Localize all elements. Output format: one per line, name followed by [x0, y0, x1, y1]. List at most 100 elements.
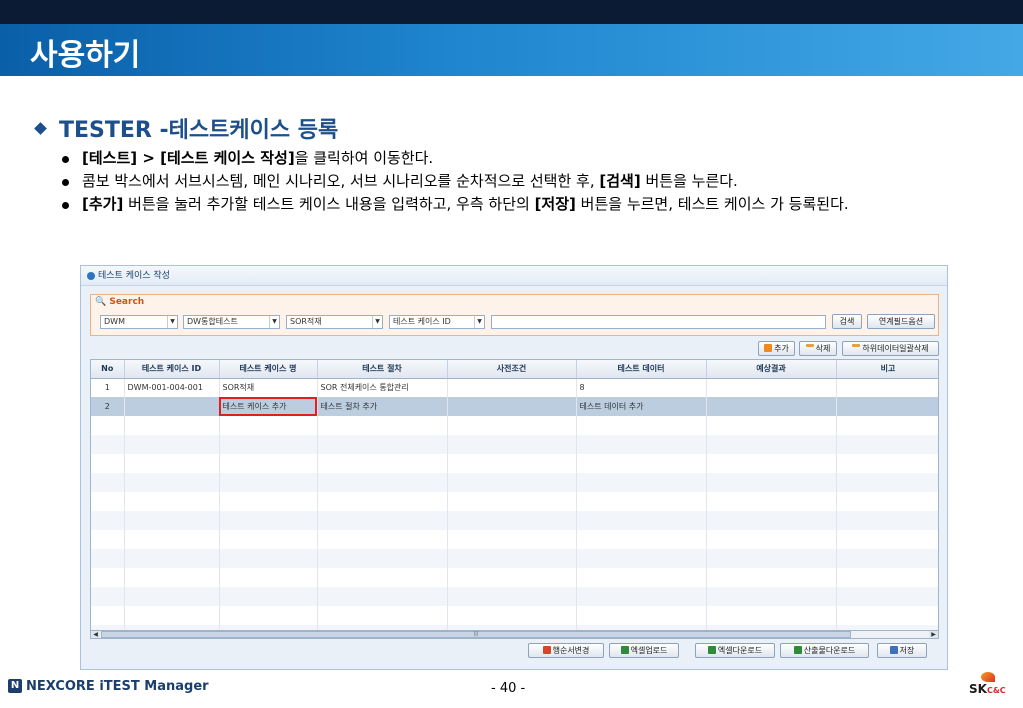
empty-row	[91, 606, 938, 625]
grid-header-row: No 테스트 케이스 ID 테스트 케이스 명 테스트 절차 사전조건 테스트 …	[91, 360, 938, 379]
title-bar	[0, 24, 1023, 76]
button-label: 저장	[899, 646, 915, 655]
empty-row	[91, 473, 938, 492]
search-label-text: Search	[109, 297, 145, 307]
instruction-list: [테스트] > [테스트 케이스 작성]을 클릭하여 이동한다. 콤보 박스에서…	[62, 148, 992, 217]
column-header[interactable]: No	[91, 360, 125, 379]
excel-icon	[793, 645, 802, 654]
table-cell[interactable]: 테스트 데이터 추가	[576, 397, 707, 416]
instruction-item: [추가] 버튼을 눌러 추가할 테스트 케이스 내용을 입력하고, 우측 하단의…	[62, 194, 992, 214]
table-cell[interactable]	[836, 378, 938, 397]
circle-arrow-icon	[87, 271, 95, 280]
reorder-rows-button[interactable]: 행순서변경	[528, 643, 604, 658]
column-header[interactable]: 테스트 데이터	[576, 360, 707, 379]
chevron-down-icon[interactable]: ▼	[167, 316, 177, 328]
chevron-down-icon[interactable]: ▼	[474, 316, 484, 328]
combo-value: 테스트 케이스 ID	[393, 317, 451, 326]
table-cell[interactable]	[836, 397, 938, 416]
search-input[interactable]	[491, 315, 826, 329]
table-cell[interactable]: SOR 전체케이스 통합관리	[317, 378, 448, 397]
table-cell[interactable]: 1	[91, 378, 125, 397]
instruction-bold: [검색]	[599, 172, 641, 190]
link-field-option-button[interactable]: 연계필드옵션	[867, 314, 935, 329]
instruction-text: 버튼을 누르면, 테스트 케이스 가 등록된다.	[575, 195, 849, 213]
company-name: SK	[969, 682, 987, 696]
delete-button[interactable]: 삭제	[799, 341, 837, 356]
section-heading: TESTER -테스트케이스 등록	[34, 112, 338, 144]
sub-scenario-combo[interactable]: SOR적재 ▼	[286, 315, 383, 329]
add-button[interactable]: 추가	[758, 341, 795, 356]
search-button[interactable]: 검색	[832, 314, 862, 329]
output-download-button[interactable]: 산출물다운로드	[780, 643, 869, 658]
empty-row	[91, 435, 938, 454]
scroll-right-icon[interactable]: ▶	[929, 631, 938, 638]
table-cell[interactable]	[124, 397, 220, 416]
instruction-text: 버튼을 눌러 추가할 테스트 케이스 내용을 입력하고, 우측 하단의	[123, 195, 535, 213]
column-header[interactable]: 테스트 케이스 ID	[124, 360, 220, 379]
plus-icon	[764, 343, 773, 352]
table-row-selected[interactable]: 2 테스트 케이스 추가 테스트 절차 추가 테스트 데이터 추가	[91, 397, 938, 416]
nexcore-logo-icon: N	[8, 678, 22, 693]
instruction-bold: [저장]	[534, 195, 576, 213]
product-name: NEXCORE iTEST Manager	[26, 679, 209, 694]
slide-title: 사용하기	[30, 38, 141, 73]
empty-row	[91, 568, 938, 587]
excel-icon	[707, 645, 716, 654]
chevron-down-icon[interactable]: ▼	[269, 316, 279, 328]
subsystem-combo[interactable]: DWM ▼	[100, 315, 178, 329]
company-logo: SKC&C	[969, 672, 1006, 696]
floppy-disk-icon	[889, 645, 898, 654]
table-cell[interactable]: 8	[576, 378, 707, 397]
table-cell[interactable]: 테스트 절차 추가	[317, 397, 448, 416]
excel-download-button[interactable]: 엑셀다운로드	[695, 643, 775, 658]
scrollbar-thumb[interactable]: |||	[101, 631, 851, 638]
button-label: 엑셀업로드	[630, 646, 668, 655]
column-header[interactable]: 테스트 절차	[317, 360, 448, 379]
bulk-delete-button[interactable]: 하위데이터일괄삭제	[842, 341, 939, 356]
column-header[interactable]: 예상결과	[706, 360, 837, 379]
chevron-down-icon[interactable]: ▼	[372, 316, 382, 328]
page-number: - 40 -	[491, 681, 526, 696]
product-logo: N NEXCORE iTEST Manager	[8, 678, 209, 694]
table-cell[interactable]	[706, 378, 837, 397]
table-cell[interactable]: DWM-001-004-001	[124, 378, 220, 397]
table-cell[interactable]: SOR적재	[219, 378, 318, 397]
save-button[interactable]: 저장	[877, 643, 927, 658]
diamond-bullet-icon	[34, 121, 47, 135]
combo-value: DWM	[104, 317, 125, 326]
delete-button-label: 삭제	[815, 344, 831, 353]
column-header[interactable]: 테스트 케이스 명	[219, 360, 318, 379]
excel-icon	[620, 645, 629, 654]
editing-cell[interactable]: 테스트 케이스 추가	[219, 397, 318, 416]
app-window: 테스트 케이스 작성 🔍 Search DWM ▼ DW통합테스트 ▼ SOR적재 ▼…	[80, 265, 948, 670]
excel-upload-button[interactable]: 엑셀업로드	[609, 643, 679, 658]
app-header: 테스트 케이스 작성	[81, 266, 947, 286]
instruction-item: 콤보 박스에서 서브시스템, 메인 시나리오, 서브 시나리오를 순차적으로 선…	[62, 171, 992, 191]
column-header[interactable]: 비고	[836, 360, 938, 379]
table-cell[interactable]	[706, 397, 837, 416]
horizontal-scrollbar[interactable]: ◀ ||| ▶	[90, 630, 939, 639]
bulk-delete-button-label: 하위데이터일괄삭제	[862, 344, 929, 353]
button-label: 산출물다운로드	[803, 646, 856, 655]
column-header[interactable]: 사전조건	[447, 360, 577, 379]
empty-row	[91, 454, 938, 473]
instruction-text: 을 클릭하여 이동한다.	[294, 149, 434, 167]
scroll-left-icon[interactable]: ◀	[91, 631, 100, 638]
table-cell[interactable]: 2	[91, 397, 125, 416]
button-label: 행순서변경	[552, 646, 590, 655]
search-label: 🔍 Search	[95, 297, 145, 307]
search-type-combo[interactable]: 테스트 케이스 ID ▼	[389, 315, 485, 329]
empty-row	[91, 549, 938, 568]
sk-wing-icon	[981, 672, 995, 682]
instruction-item: [테스트] > [테스트 케이스 작성]을 클릭하여 이동한다.	[62, 148, 992, 168]
table-cell[interactable]	[447, 378, 577, 397]
button-label: 엑셀다운로드	[717, 646, 763, 655]
test-case-grid: No 테스트 케이스 ID 테스트 케이스 명 테스트 절차 사전조건 테스트 …	[90, 359, 939, 634]
empty-row	[91, 416, 938, 435]
table-cell[interactable]	[447, 397, 577, 416]
company-sub: C&C	[986, 686, 1006, 695]
main-scenario-combo[interactable]: DW통합테스트 ▼	[183, 315, 280, 329]
grid-table: No 테스트 케이스 ID 테스트 케이스 명 테스트 절차 사전조건 테스트 …	[91, 360, 938, 633]
empty-row	[91, 492, 938, 511]
table-row[interactable]: 1 DWM-001-004-001 SOR적재 SOR 전체케이스 통합관리 8	[91, 378, 938, 397]
